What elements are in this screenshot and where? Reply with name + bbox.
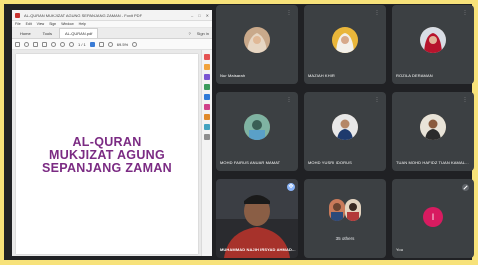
more-tools-icon[interactable] <box>204 134 210 140</box>
close-icon[interactable]: ✕ <box>206 13 209 18</box>
select-cursor-icon[interactable] <box>89 41 95 47</box>
screen: AL-QURAN MUKJIZAT AGUNG SEPANJANG ZAMAN … <box>4 4 474 260</box>
tab-document[interactable]: AL-QURAN.pdf <box>59 28 99 38</box>
avatar <box>332 27 358 53</box>
title-bar: AL-QURAN MUKJIZAT AGUNG SEPANJANG ZAMAN … <box>12 10 212 21</box>
upload-icon[interactable] <box>24 41 29 47</box>
more-options-icon[interactable]: ⋮ <box>374 10 380 16</box>
hand-tool-icon[interactable] <box>98 41 104 47</box>
zoom-in-icon[interactable] <box>132 41 138 47</box>
avatar <box>244 27 270 53</box>
pin-icon[interactable]: ✥ <box>287 183 295 191</box>
participant-tile[interactable]: ⋮ MOHD YUSRI IDORUS <box>304 92 386 171</box>
share-tool-icon[interactable] <box>204 94 210 100</box>
others-avatars <box>329 199 361 221</box>
more-options-icon[interactable]: ⋮ <box>462 10 468 16</box>
window-controls: – □ ✕ <box>191 13 209 18</box>
others-count: 35 others <box>335 236 355 241</box>
more-options-icon[interactable]: ⋮ <box>286 10 292 16</box>
menu-edit[interactable]: Edit <box>26 22 32 26</box>
document-area[interactable]: AL-QURAN MUKJIZAT AGUNG SEPANJANG ZAMAN <box>12 50 202 256</box>
participant-name: MOHD YUSRI IDORUS <box>308 160 352 165</box>
participant-tile[interactable]: ⋮ MOHD FAIRUS ANUAR MAMAT <box>216 92 298 171</box>
help-icon[interactable]: ? <box>189 31 191 36</box>
menu-file[interactable]: File <box>15 22 21 26</box>
participant-tile[interactable]: ⋮ MAZIAH KHIR <box>304 5 386 84</box>
participant-name: MAZIAH KHIR <box>308 73 335 78</box>
avatar <box>329 199 345 221</box>
zoom-level[interactable]: 69.5% <box>117 42 128 47</box>
toolbar: 1 / 1 69.5% <box>12 39 212 50</box>
comment-tool-icon[interactable] <box>204 64 210 70</box>
email-icon[interactable] <box>42 41 47 47</box>
protect-icon[interactable] <box>204 124 210 130</box>
mic-off-icon <box>462 184 469 191</box>
document-title: AL-QURAN MUKJIZAT AGUNG SEPANJANG ZAMAN <box>16 136 198 175</box>
menu-view[interactable]: View <box>37 22 45 26</box>
sign-in-link[interactable]: Sign in <box>197 31 209 36</box>
export-tool-icon[interactable] <box>204 84 210 90</box>
others-tile[interactable]: 35 others <box>304 179 386 258</box>
participant-name: ROZILA DERAMAN <box>396 73 433 78</box>
window-title: AL-QURAN MUKJIZAT AGUNG SEPANJANG ZAMAN … <box>24 12 143 18</box>
menu-window[interactable]: Window <box>61 22 73 26</box>
page-indicator[interactable]: 1 / 1 <box>78 42 86 47</box>
organize-icon[interactable] <box>204 114 210 120</box>
menu-sign[interactable]: Sign <box>49 22 56 26</box>
self-name: You <box>396 247 404 252</box>
participant-name: Nur Maisarah <box>220 73 246 78</box>
save-icon[interactable] <box>15 41 20 47</box>
maximize-icon[interactable]: □ <box>198 13 200 18</box>
avatar <box>420 27 446 53</box>
pdf-tool-icon[interactable] <box>204 54 210 60</box>
title-line-3: SEPANJANG ZAMAN <box>42 161 172 175</box>
participant-name: MOHD FAIRUS ANUAR MAMAT <box>220 160 281 165</box>
next-page-icon[interactable] <box>69 41 74 47</box>
avatar <box>420 114 446 140</box>
search-icon[interactable] <box>51 41 56 47</box>
tab-bar: Home Tools AL-QURAN.pdf ? Sign in <box>12 28 212 39</box>
minimize-icon[interactable]: – <box>191 13 193 18</box>
participant-name: TUAN MOHD HAFIDZ TUAN KAMAL... <box>396 160 469 165</box>
active-speaker-tile[interactable]: ✥ MUHAMMAD NAJIH IRSYAD AHMAD... <box>216 179 298 258</box>
app-logo-icon <box>15 12 20 18</box>
print-icon[interactable] <box>33 41 38 47</box>
more-options-icon[interactable]: ⋮ <box>286 97 292 103</box>
avatar <box>244 114 270 140</box>
tab-tools[interactable]: Tools <box>38 29 57 38</box>
edit-tool-icon[interactable] <box>204 74 210 80</box>
more-options-icon[interactable]: ⋮ <box>374 97 380 103</box>
tab-home[interactable]: Home <box>15 29 36 38</box>
participant-tile[interactable]: ⋮ TUAN MOHD HAFIDZ TUAN KAMAL... <box>392 92 474 171</box>
self-tile[interactable]: I You <box>392 179 474 258</box>
fill-sign-icon[interactable] <box>204 104 210 110</box>
right-tools-rail <box>201 50 212 256</box>
avatar <box>345 199 361 221</box>
menu-bar: File Edit View Sign Window Help <box>12 21 212 28</box>
prev-page-icon[interactable] <box>60 41 65 47</box>
avatar <box>332 114 358 140</box>
pdf-page: AL-QURAN MUKJIZAT AGUNG SEPANJANG ZAMAN <box>16 54 198 254</box>
more-options-icon[interactable]: ⋮ <box>462 97 468 103</box>
menu-help[interactable]: Help <box>79 22 86 26</box>
self-avatar: I <box>423 207 443 227</box>
participant-tile[interactable]: ⋮ Nur Maisarah <box>216 5 298 84</box>
participant-tile[interactable]: ⋮ ROZILA DERAMAN <box>392 5 474 84</box>
participant-name: MUHAMMAD NAJIH IRSYAD AHMAD... <box>220 247 296 252</box>
zoom-out-icon[interactable] <box>107 41 113 47</box>
tab-bar-right: ? Sign in <box>189 31 209 38</box>
pdf-viewer-window: AL-QURAN MUKJIZAT AGUNG SEPANJANG ZAMAN … <box>12 10 212 256</box>
